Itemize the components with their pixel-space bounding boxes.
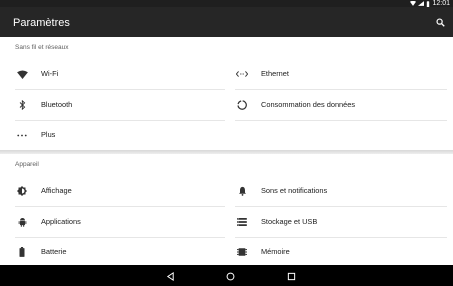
battery-label: Batterie	[41, 247, 67, 256]
display-item[interactable]: Affichage	[15, 176, 225, 206]
page-title: Paramètres	[13, 17, 70, 29]
storage-label: Stockage et USB	[261, 217, 318, 226]
section-header-wireless: Sans fil et réseaux	[15, 44, 69, 51]
battery-icon	[15, 237, 29, 267]
bluetooth-item[interactable]: Bluetooth	[15, 90, 225, 120]
memory-icon	[235, 237, 249, 267]
wifi-icon	[15, 59, 29, 89]
storage-item[interactable]: Stockage et USB	[235, 207, 445, 237]
android-icon	[15, 207, 29, 237]
divider	[235, 120, 447, 121]
data-usage-icon	[235, 90, 249, 120]
data-usage-label: Consommation des données	[261, 100, 356, 109]
apps-label: Applications	[41, 217, 81, 226]
sound-item[interactable]: Sons et notifications	[235, 176, 445, 206]
sound-label: Sons et notifications	[261, 186, 328, 195]
bluetooth-label: Bluetooth	[41, 100, 73, 109]
status-icons: 12:01	[410, 0, 450, 7]
recents-icon	[287, 272, 295, 280]
wifi-icon	[410, 1, 417, 6]
memory-item[interactable]: Mémoire	[235, 237, 445, 267]
navigation-bar	[0, 265, 453, 286]
more-item[interactable]: Plus	[15, 120, 225, 150]
back-icon	[166, 271, 174, 281]
home-icon	[226, 272, 234, 280]
wifi-label: Wi-Fi	[41, 69, 59, 78]
section-header-device: Appareil	[15, 161, 39, 168]
wifi-item[interactable]: Wi-Fi	[15, 59, 225, 89]
bluetooth-icon	[15, 90, 29, 120]
status-time: 12:01	[432, 0, 450, 7]
more-label: Plus	[41, 130, 56, 139]
memory-label: Mémoire	[261, 247, 290, 256]
ethernet-label: Ethernet	[261, 69, 289, 78]
brightness-icon	[15, 176, 29, 206]
signal-icon	[418, 1, 425, 6]
apps-item[interactable]: Applications	[15, 207, 225, 237]
battery-item[interactable]: Batterie	[15, 237, 225, 267]
status-bar: 12:01	[0, 0, 453, 7]
search-icon	[435, 17, 445, 27]
wireless-section: Sans fil et réseaux Wi-Fi Ethernet Bluet…	[0, 37, 453, 150]
data-usage-item[interactable]: Consommation des données	[235, 90, 445, 120]
ethernet-icon	[235, 59, 249, 89]
battery-icon	[427, 0, 430, 7]
ethernet-item[interactable]: Ethernet	[235, 59, 445, 89]
app-bar: Paramètres	[0, 7, 453, 37]
display-label: Affichage	[41, 186, 72, 195]
home-button[interactable]	[222, 268, 238, 284]
bell-icon	[235, 176, 249, 206]
recents-button[interactable]	[283, 268, 299, 284]
storage-icon	[235, 207, 249, 237]
more-icon	[15, 120, 29, 150]
search-button[interactable]	[433, 15, 447, 29]
back-button[interactable]	[162, 268, 178, 284]
device-section: Appareil Affichage Sons et notifications	[0, 154, 453, 265]
